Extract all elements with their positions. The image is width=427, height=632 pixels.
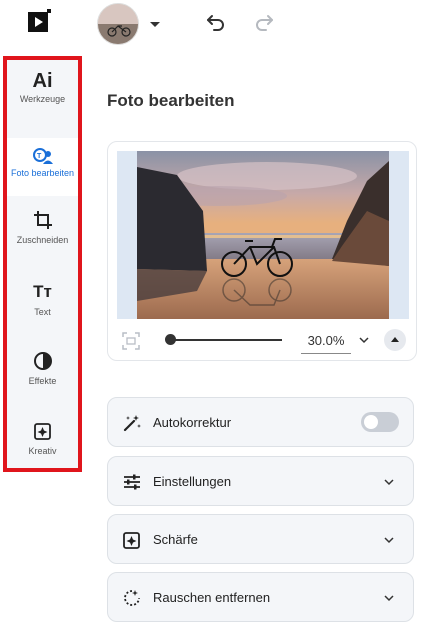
panel-label: Schärfe: [153, 532, 198, 547]
panel-autokorrektur[interactable]: Autokorrektur: [107, 397, 414, 447]
collapse-preview-button[interactable]: [384, 329, 406, 351]
sidebar-item-label: Text: [34, 307, 51, 317]
ai-icon: Ai: [32, 70, 53, 92]
sparkle-icon: [33, 423, 51, 440]
crop-icon: [33, 211, 52, 229]
sidebar-item-text[interactable]: Tт Text: [7, 282, 78, 328]
text-icon: Tт: [33, 282, 52, 301]
sharpen-icon: [123, 532, 140, 549]
page-title: Foto bearbeiten: [107, 91, 235, 110]
sidebar-item-label: Zuschneiden: [16, 235, 69, 245]
photo-canvas[interactable]: [137, 151, 389, 319]
top-bar: [0, 0, 427, 48]
zoom-value[interactable]: 30.0%: [301, 330, 351, 354]
panel-einstellungen[interactable]: Einstellungen: [107, 456, 414, 506]
triangle-up-icon: [391, 337, 399, 342]
chevron-down-icon: [384, 537, 394, 544]
photo-preview-card: 30.0%: [107, 141, 417, 361]
chevron-down-icon[interactable]: [148, 17, 162, 31]
zoom-slider-track[interactable]: [170, 339, 282, 341]
sidebar-item-label: Effekte: [28, 376, 57, 386]
panel-label: Rauschen entfernen: [153, 590, 271, 605]
chevron-down-icon: [384, 479, 394, 486]
contrast-icon: [33, 352, 52, 370]
autokorrektur-toggle[interactable]: [361, 412, 399, 432]
zoom-controls: 30.0%: [108, 326, 418, 354]
photo-edit-icon: T: [32, 148, 53, 164]
sidebar-item-werkzeuge[interactable]: Ai Werkzeuge: [7, 70, 78, 128]
fit-screen-icon[interactable]: [122, 332, 140, 350]
sliders-icon: [124, 474, 140, 490]
panel-rauschen-entfernen[interactable]: Rauschen entfernen: [107, 572, 414, 622]
panel-schaerfe[interactable]: Schärfe: [107, 514, 414, 564]
tool-sidebar: Ai Werkzeuge T Foto bearbeiten Zuschneid…: [3, 56, 82, 472]
sidebar-item-foto-bearbeiten[interactable]: T Foto bearbeiten: [7, 138, 78, 196]
sidebar-item-zuschneiden[interactable]: Zuschneiden: [7, 210, 78, 260]
canvas-background: [117, 151, 409, 319]
user-avatar[interactable]: [97, 3, 139, 45]
panel-label: Autokorrektur: [153, 415, 232, 430]
chevron-down-icon: [384, 595, 394, 602]
sidebar-item-effekte[interactable]: Effekte: [7, 351, 78, 397]
toggle-knob: [364, 415, 378, 429]
denoise-icon: [124, 590, 140, 606]
zoom-slider-handle[interactable]: [165, 334, 176, 345]
redo-icon[interactable]: [253, 11, 275, 33]
undo-icon[interactable]: [205, 11, 227, 33]
svg-text:T: T: [37, 153, 42, 160]
chevron-down-icon[interactable]: [358, 334, 370, 346]
sidebar-item-label: Foto bearbeiten: [10, 168, 75, 178]
play-logo-icon[interactable]: [27, 8, 53, 34]
sidebar-item-kreativ[interactable]: Kreativ: [7, 421, 78, 467]
panel-label: Einstellungen: [153, 474, 232, 489]
magic-wand-icon: [123, 415, 141, 432]
sidebar-item-label: Kreativ: [28, 446, 57, 456]
sidebar-item-label: Werkzeuge: [19, 94, 66, 104]
